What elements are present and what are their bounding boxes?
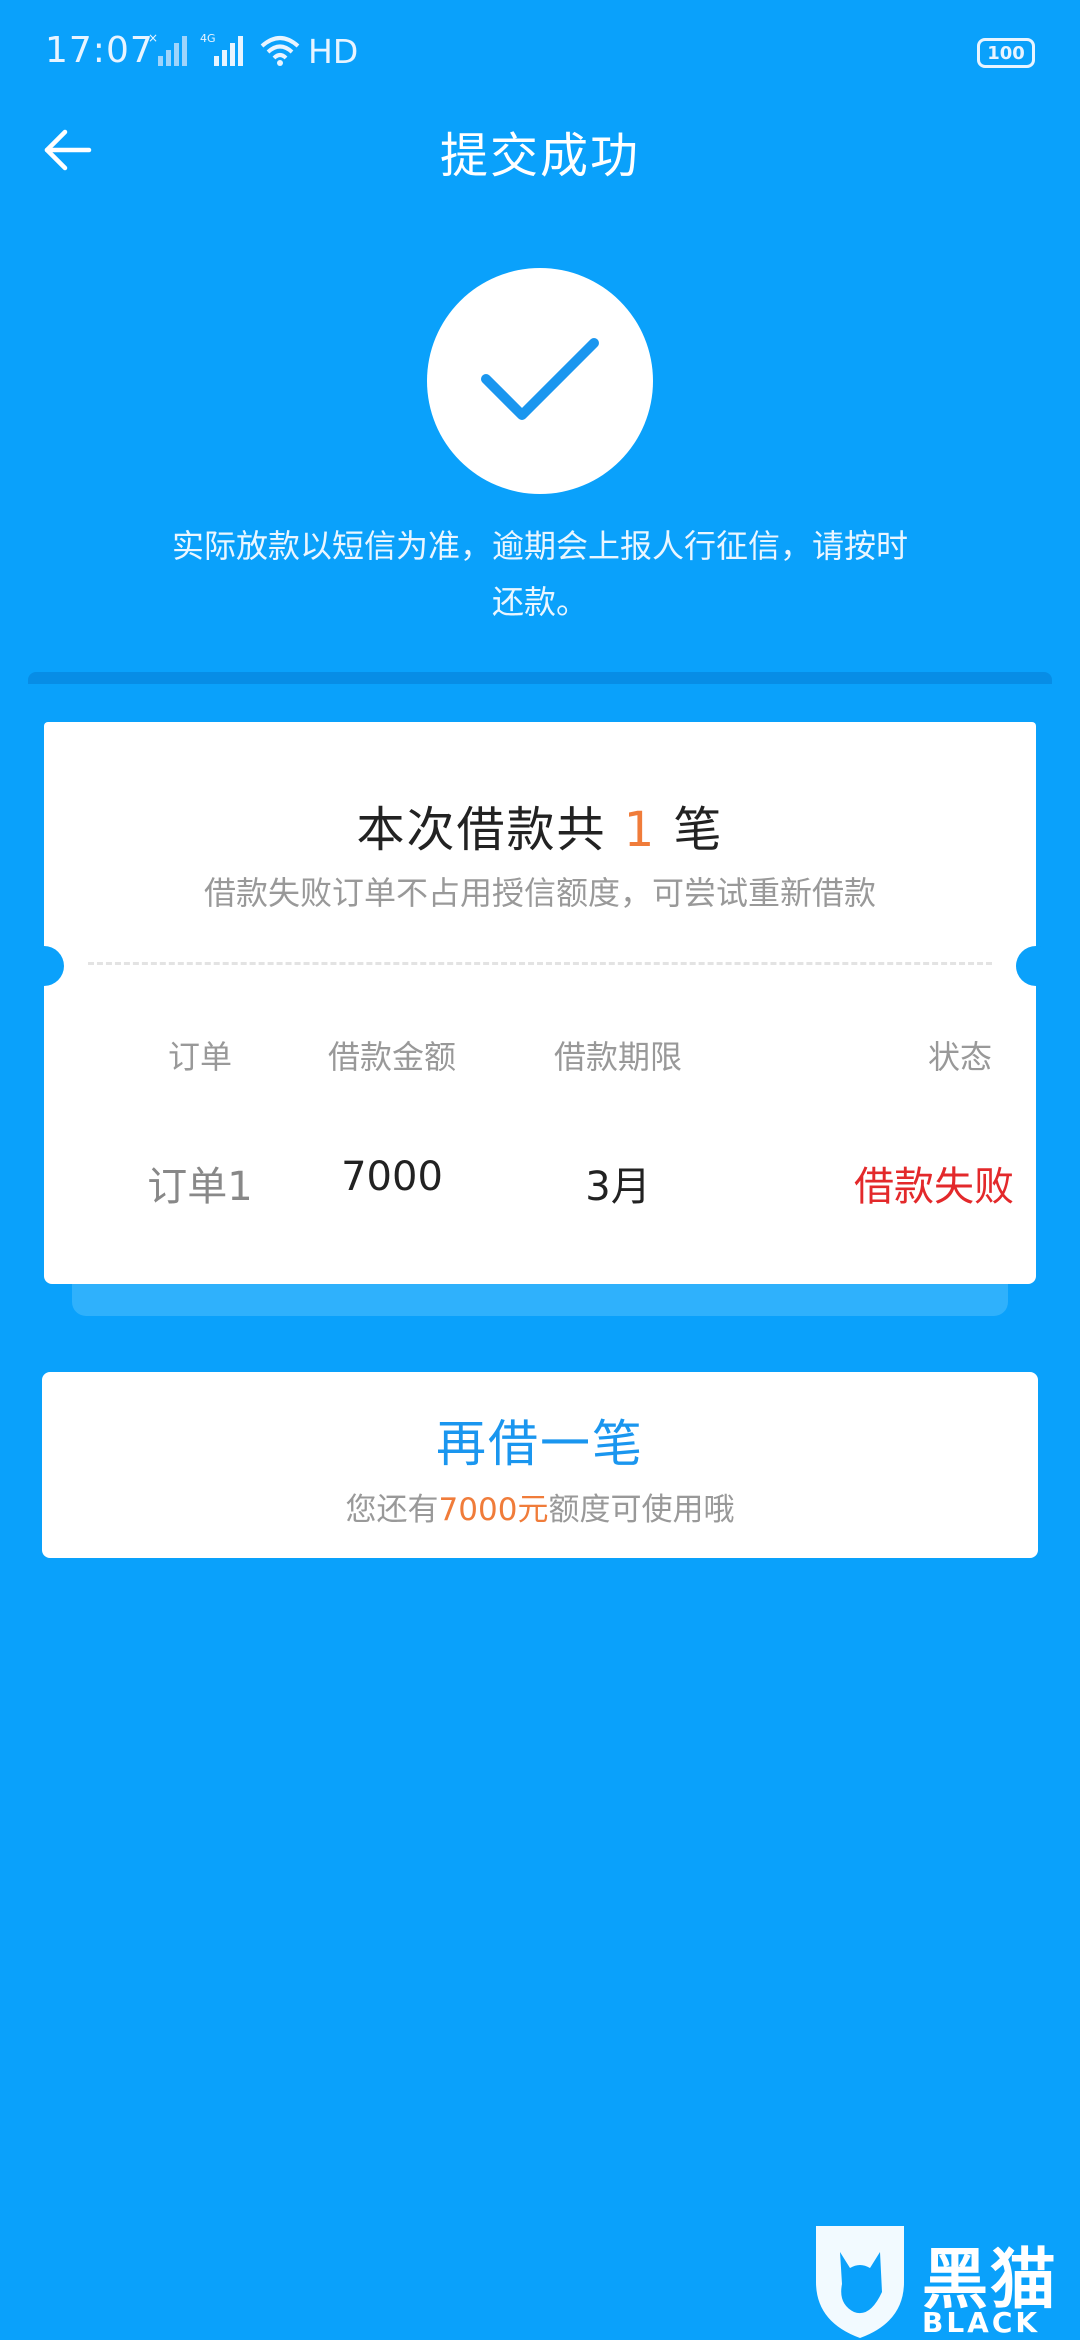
ticket-notch-left: [24, 946, 64, 986]
status-bar: 17:07 × 4G HD 100: [0, 0, 1080, 110]
svg-text:×: ×: [148, 32, 158, 45]
dashed-divider: [88, 962, 992, 965]
loan-count-suffix: 笔: [673, 802, 724, 858]
order-name: 订单1: [147, 1164, 253, 1210]
hd-label: HD: [308, 32, 359, 71]
credit-prefix: 您还有: [345, 1492, 439, 1528]
wifi-icon: [258, 32, 302, 72]
network-type-label: 4G: [200, 32, 216, 45]
loan-amount: 7000: [341, 1154, 443, 1200]
credit-amount: 7000元: [438, 1492, 549, 1528]
loan-summary-card: 本次借款共 1 笔 借款失败订单不占用授信额度，可尝试重新借款 订单 借款金额 …: [44, 722, 1036, 1284]
card-slot-inner: [28, 684, 1052, 724]
repayment-notice: 实际放款以短信为准，逾期会上报人行征信，请按时还款。: [171, 527, 908, 621]
loan-count-prefix: 本次借款共: [356, 802, 607, 858]
status-time: 17:07: [45, 30, 154, 71]
loan-count: 1: [623, 802, 657, 858]
loan-summary-subtitle: 借款失败订单不占用授信额度，可尝试重新借款: [203, 874, 876, 912]
column-header-term: 借款期限: [553, 1038, 682, 1076]
success-badge: [427, 268, 653, 494]
battery-icon: 100: [977, 38, 1035, 68]
column-header-order: 订单: [167, 1038, 232, 1076]
loan-count-title: 本次借款共 1 笔: [44, 790, 1036, 860]
battery-level: 100: [987, 42, 1025, 64]
column-header-status: 状态: [927, 1038, 992, 1076]
cat-shield-logo: [816, 2226, 904, 2338]
loan-status: 借款失败: [854, 1164, 1014, 1210]
borrow-again-button[interactable]: 再借一笔 您还有7000元额度可使用哦: [42, 1372, 1038, 1558]
column-header-amount: 借款金额: [327, 1038, 456, 1076]
checkmark-icon: [481, 338, 599, 420]
available-credit-text: 您还有7000元额度可使用哦: [42, 1484, 1038, 1529]
watermark-subtext: BLACK CAT: [922, 2306, 1041, 2340]
ticket-notch-right: [1016, 946, 1056, 986]
loan-term: 3月: [585, 1164, 651, 1210]
header: 提交成功: [0, 110, 1080, 190]
credit-suffix: 额度可使用哦: [548, 1492, 735, 1528]
status-icons: × 4G: [148, 31, 302, 72]
page-title: 提交成功: [439, 128, 640, 184]
signal-2-icon: 4G: [200, 32, 246, 72]
borrow-again-label: 再借一笔: [436, 1415, 644, 1473]
screen: 17:07 × 4G HD 100 提交成功 实际放款以短信为准，逾期会上报人行…: [0, 0, 1080, 2340]
signal-1-icon: ×: [148, 31, 188, 72]
